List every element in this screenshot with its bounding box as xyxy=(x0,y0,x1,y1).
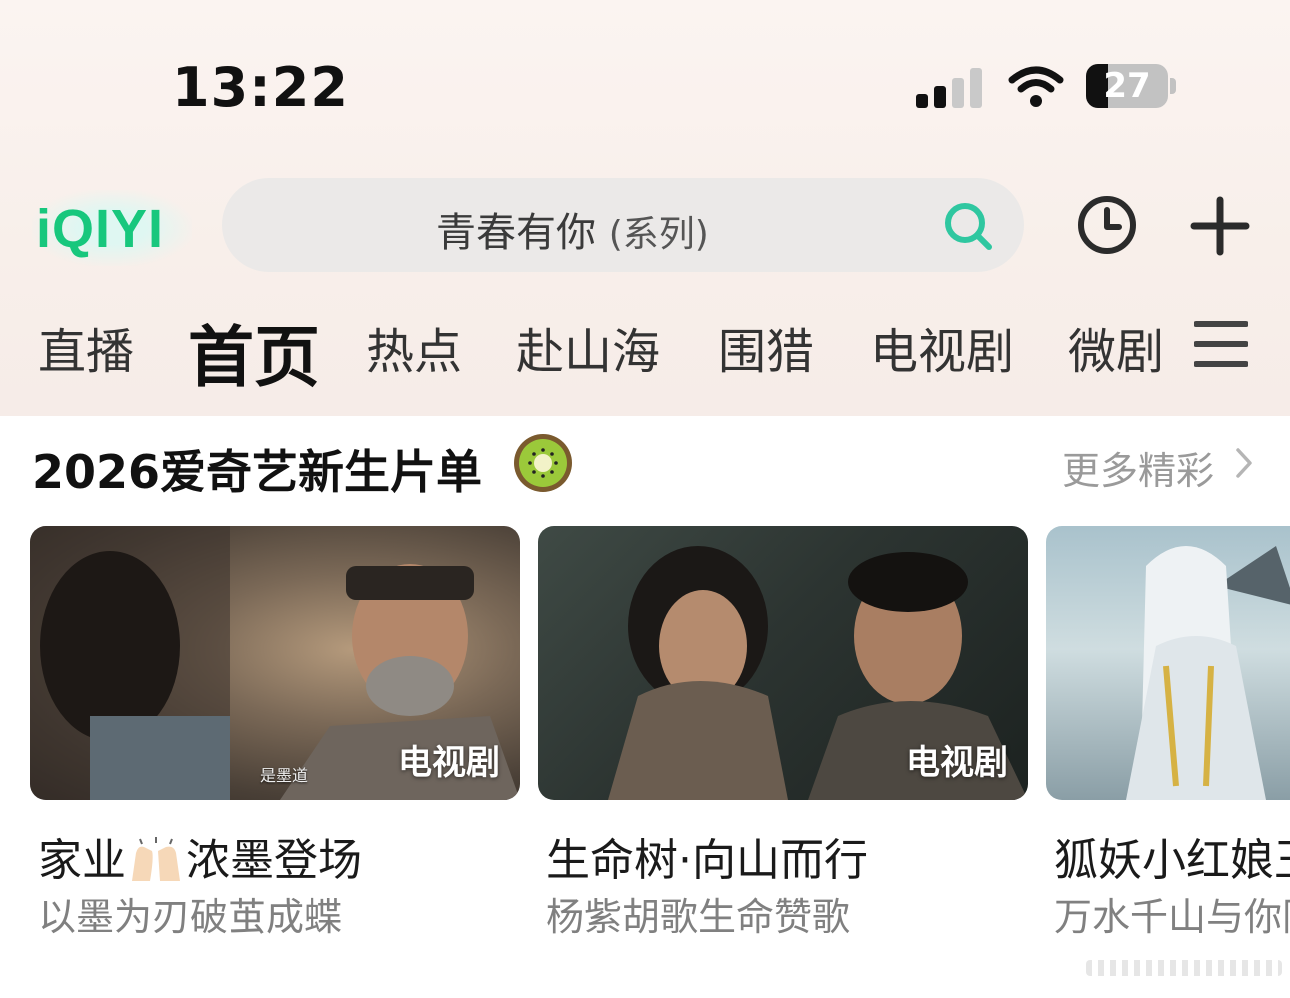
drama-title-part2: 浓墨登场 xyxy=(186,835,362,886)
category-badge: 电视剧 xyxy=(398,743,500,783)
wifi-icon xyxy=(1008,66,1064,107)
section-title: 2026爱奇艺新生片单 xyxy=(32,445,483,499)
menu-icon[interactable] xyxy=(1194,318,1248,370)
tab-hot[interactable]: 热点 xyxy=(366,312,462,382)
drama-thumbnail[interactable]: 电视剧 xyxy=(538,526,1028,800)
search-icon[interactable] xyxy=(942,200,994,252)
logo-text: iQIYI xyxy=(36,199,165,259)
drama-title-part1: 家业 xyxy=(38,835,126,886)
cellular-signal-icon xyxy=(916,66,982,108)
tab-micro-drama[interactable]: 微剧 xyxy=(1068,312,1164,382)
drama-description: 以墨为刃破茧成蝶 xyxy=(38,895,343,939)
search-query: 青春有你 xyxy=(436,210,596,256)
search-placeholder: 青春有你 (系列) xyxy=(436,200,709,258)
drama-thumbnail[interactable] xyxy=(1046,526,1290,800)
tab-home[interactable]: 首页 xyxy=(188,304,320,400)
drama-title: 狐妖小红娘王 xyxy=(1054,835,1290,886)
chevron-right-icon[interactable] xyxy=(1234,446,1254,480)
raised-hands-emoji-icon xyxy=(132,837,180,881)
search-query-suffix: (系列) xyxy=(608,214,709,255)
drama-card[interactable]: 电视剧 生命树·向山而行 杨紫胡歌生命赞歌 xyxy=(538,526,1028,939)
drama-card[interactable]: 是墨道 电视剧 家业 浓墨登场 以墨为刃破茧成蝶 xyxy=(30,526,520,939)
battery-icon: 27 xyxy=(1086,64,1168,108)
search-bar[interactable]: 青春有你 (系列) xyxy=(222,178,1024,272)
drama-description: 杨紫胡歌生命赞歌 xyxy=(546,895,851,939)
battery-tip xyxy=(1170,78,1176,94)
drama-thumbnail[interactable]: 是墨道 电视剧 xyxy=(30,526,520,800)
scroll-indicator xyxy=(1086,960,1282,976)
status-time: 13:22 xyxy=(172,56,349,119)
tab-tv-series[interactable]: 电视剧 xyxy=(870,312,1014,382)
video-caption: 是墨道 xyxy=(260,766,309,785)
tab-live[interactable]: 直播 xyxy=(38,312,134,382)
iqiyi-logo[interactable]: iQIYI xyxy=(32,190,192,266)
scene-illustration xyxy=(1126,546,1290,800)
drama-card[interactable]: 狐妖小红娘王 万水千山与你同 xyxy=(1046,526,1290,946)
drama-title: 家业 浓墨登场 xyxy=(38,824,362,888)
category-badge: 电视剧 xyxy=(906,743,1008,783)
history-clock-icon[interactable] xyxy=(1076,194,1138,256)
kiwi-emoji-icon xyxy=(514,434,572,492)
add-plus-icon[interactable] xyxy=(1190,196,1250,256)
tab-weilie[interactable]: 围猎 xyxy=(718,312,814,382)
more-link[interactable]: 更多精彩 xyxy=(1062,440,1214,495)
drama-title: 生命树·向山而行 xyxy=(546,835,868,886)
tab-fushanhai[interactable]: 赴山海 xyxy=(516,312,660,382)
drama-description: 万水千山与你同 xyxy=(1054,895,1290,939)
battery-percent: 27 xyxy=(1103,66,1151,106)
channel-tabs: 直播 首页 热点 赴山海 围猎 电视剧 微剧 xyxy=(0,300,1290,400)
